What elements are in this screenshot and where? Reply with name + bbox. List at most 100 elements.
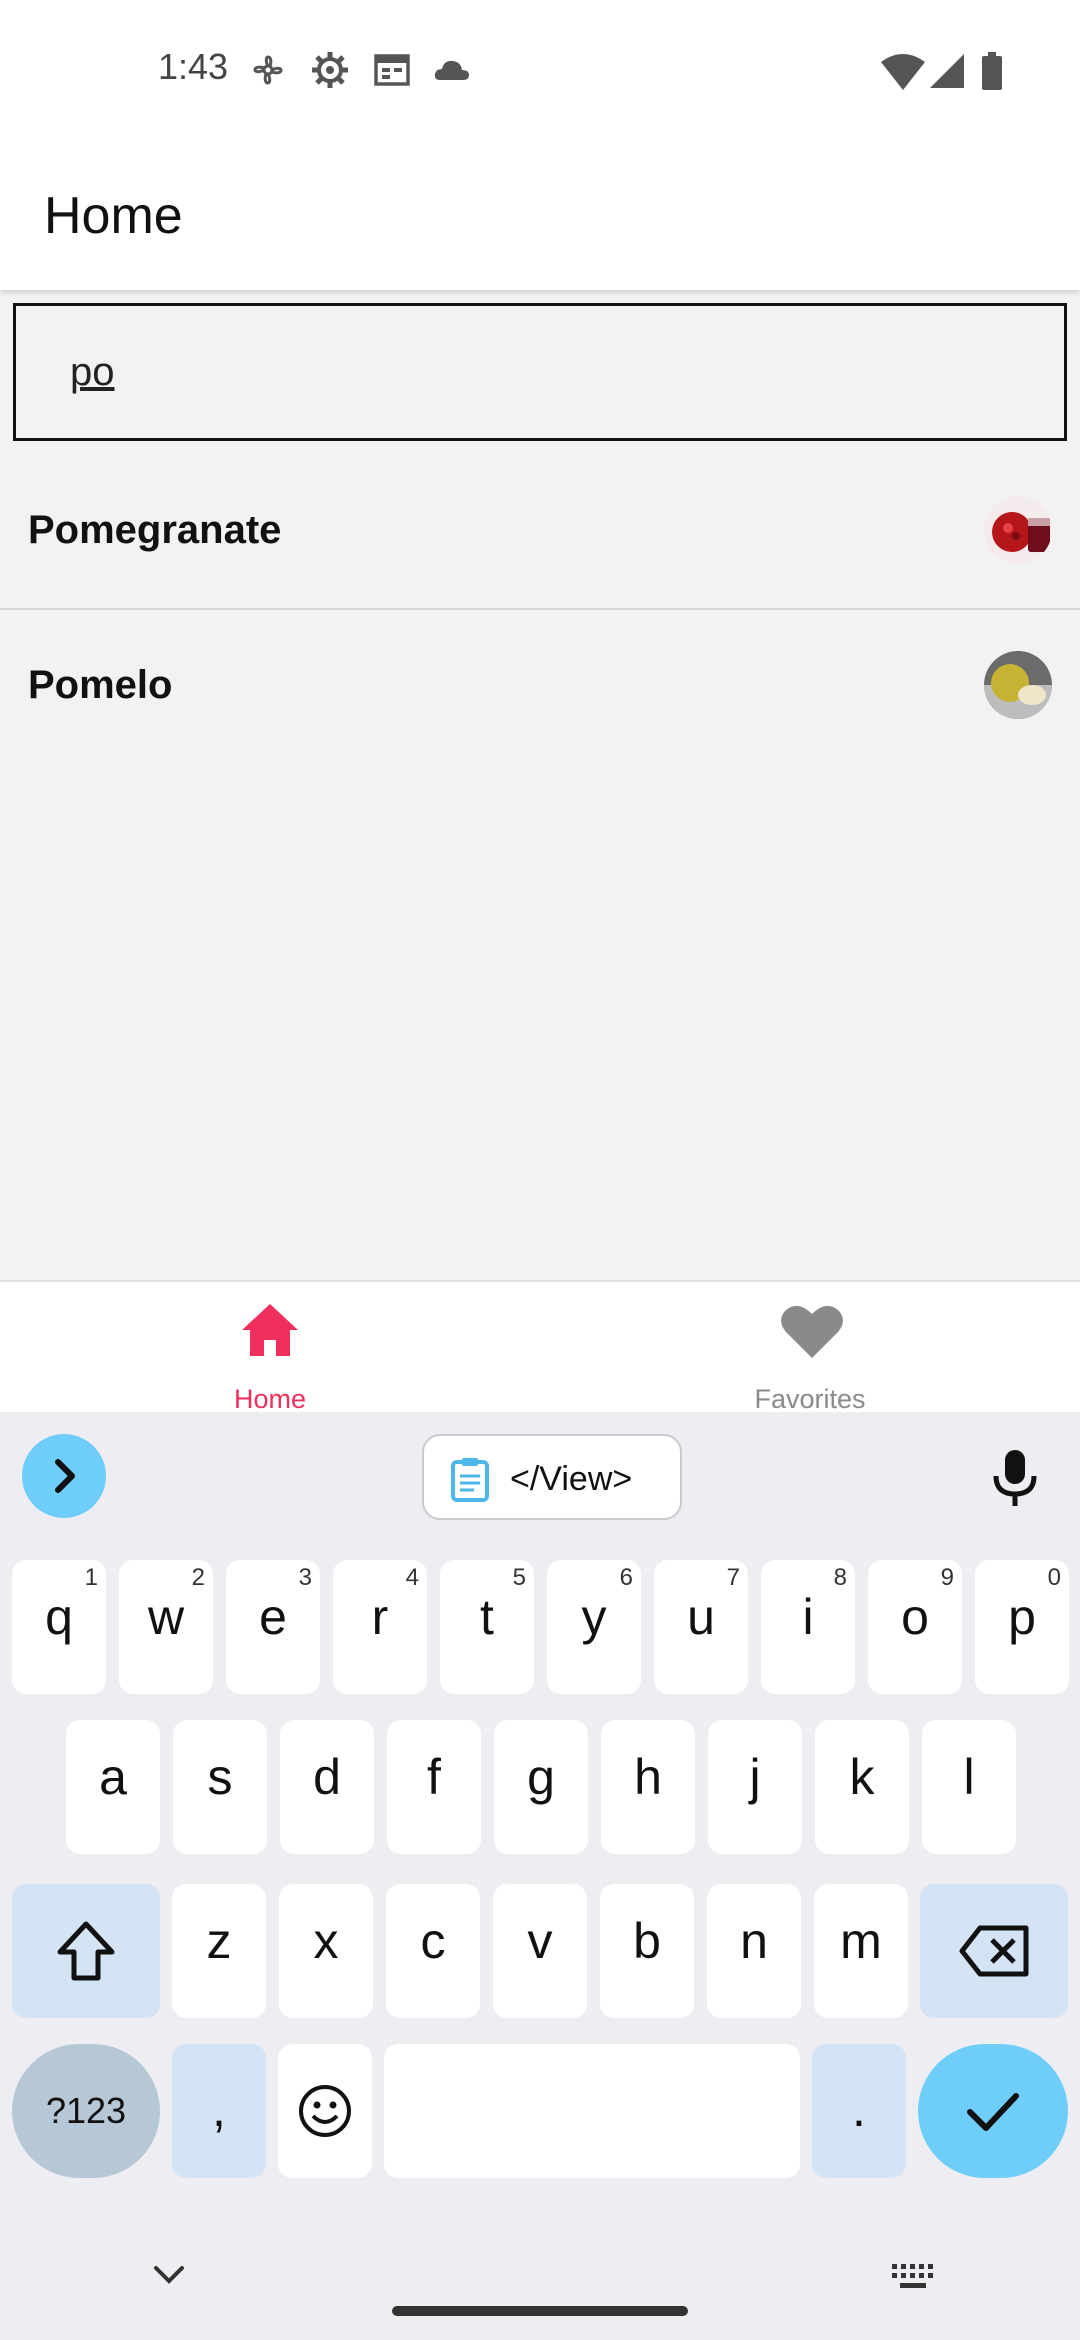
key-u[interactable]: 7u	[654, 1560, 748, 1694]
key-label: y	[581, 1589, 607, 1645]
key-m[interactable]: m	[814, 1884, 908, 2018]
bottom-navigation: Home Favorites	[0, 1280, 1080, 1414]
key-label: a	[99, 1749, 127, 1805]
backspace-key[interactable]	[920, 1884, 1068, 2018]
keyboard-expand-button[interactable]	[22, 1434, 106, 1518]
key-w[interactable]: 2w	[119, 1560, 213, 1694]
done-key[interactable]	[918, 2044, 1068, 2178]
calendar-icon	[374, 54, 410, 86]
key-label: e	[259, 1589, 287, 1645]
tab-home-label: Home	[233, 1384, 307, 1414]
app-bar: Home	[0, 140, 1080, 290]
key-label: g	[527, 1749, 555, 1805]
key-label: w	[147, 1589, 185, 1645]
chevron-right-icon	[55, 1459, 75, 1493]
keyboard-switch-icon[interactable]	[890, 2262, 936, 2290]
key-f[interactable]: f	[387, 1720, 481, 1854]
list-item-label: Pomelo	[28, 663, 173, 707]
shift-key[interactable]	[12, 1884, 160, 2018]
emoji-icon	[299, 2085, 351, 2137]
comma-key[interactable]: ,	[172, 2044, 266, 2178]
comma-key-label: ,	[212, 2081, 226, 2137]
key-label: p	[1008, 1589, 1036, 1645]
key-label: t	[480, 1589, 494, 1645]
microphone-icon[interactable]	[990, 1448, 1040, 1508]
tab-favorites-label: Favorites	[754, 1384, 866, 1414]
key-z[interactable]: z	[172, 1884, 266, 2018]
key-i[interactable]: 8i	[761, 1560, 855, 1694]
divider	[0, 608, 1080, 610]
tab-home[interactable]: Home	[0, 1282, 540, 1414]
key-label: j	[749, 1749, 761, 1805]
key-label: l	[963, 1749, 975, 1805]
key-label: m	[840, 1913, 882, 1969]
key-p[interactable]: 0p	[975, 1560, 1069, 1694]
checkmark-icon	[967, 2093, 1019, 2131]
key-x[interactable]: x	[279, 1884, 373, 2018]
key-c[interactable]: c	[386, 1884, 480, 2018]
pomegranate-image	[984, 496, 1052, 564]
battery-icon	[982, 52, 1002, 90]
key-j[interactable]: j	[708, 1720, 802, 1854]
clipboard-suggestion-chip[interactable]: </View>	[422, 1434, 682, 1520]
pomelo-image	[984, 651, 1052, 719]
key-label: r	[371, 1589, 389, 1645]
key-s[interactable]: s	[173, 1720, 267, 1854]
key-label: k	[849, 1749, 875, 1805]
home-gesture-bar[interactable]	[392, 2306, 688, 2316]
key-label: z	[206, 1913, 232, 1969]
hide-keyboard-icon[interactable]	[152, 2264, 186, 2286]
period-key-label: .	[852, 2081, 866, 2137]
key-label: b	[633, 1913, 661, 1969]
home-icon	[242, 1304, 298, 1356]
key-label: s	[207, 1749, 233, 1805]
signal-icon	[930, 54, 964, 88]
key-label: o	[901, 1589, 929, 1645]
emoji-key[interactable]	[278, 2044, 372, 2178]
page-title: Home	[44, 187, 183, 245]
gear-icon	[312, 52, 348, 88]
key-o[interactable]: 9o	[868, 1560, 962, 1694]
key-label: c	[420, 1913, 446, 1969]
key-h[interactable]: h	[601, 1720, 695, 1854]
search-input-value[interactable]: po	[70, 350, 115, 395]
key-l[interactable]: l	[922, 1720, 1016, 1854]
key-n[interactable]: n	[707, 1884, 801, 2018]
key-label: v	[527, 1913, 553, 1969]
key-label: f	[427, 1749, 441, 1805]
period-key[interactable]: .	[812, 2044, 906, 2178]
space-key[interactable]	[384, 2044, 800, 2178]
key-b[interactable]: b	[600, 1884, 694, 2018]
status-time: 1:43	[158, 46, 229, 87]
key-y[interactable]: 6y	[547, 1560, 641, 1694]
list-item-pomegranate[interactable]: Pomegranate	[0, 456, 1080, 608]
shift-icon	[57, 1921, 115, 1981]
wifi-icon	[881, 54, 925, 90]
key-d[interactable]: d	[280, 1720, 374, 1854]
heart-icon	[781, 1305, 843, 1358]
symbols-key[interactable]: ?123	[12, 2044, 160, 2178]
key-label: d	[313, 1749, 341, 1805]
key-label: q	[45, 1589, 73, 1645]
key-g[interactable]: g	[494, 1720, 588, 1854]
soft-keyboard: </View> ?123 , . 1 q 2 w 3 e 4 r 5 t 6 y…	[0, 1412, 1080, 2340]
key-e[interactable]: 3e	[226, 1560, 320, 1694]
key-q[interactable]: 1q	[12, 1560, 106, 1694]
backspace-icon	[959, 1925, 1029, 1977]
clipboard-icon	[451, 1458, 489, 1502]
key-r[interactable]: 4r	[333, 1560, 427, 1694]
tab-favorites[interactable]: Favorites	[540, 1282, 1080, 1414]
status-bar: 1:43	[0, 0, 1080, 140]
key-k[interactable]: k	[815, 1720, 909, 1854]
symbols-key-label: ?123	[45, 2090, 127, 2131]
key-t[interactable]: 5t	[440, 1560, 534, 1694]
list-item-label: Pomegranate	[28, 508, 282, 552]
key-v[interactable]: v	[493, 1884, 587, 2018]
key-a[interactable]: a	[66, 1720, 160, 1854]
search-input[interactable]: po	[13, 303, 1067, 441]
cloud-icon	[434, 60, 469, 80]
fan-icon	[253, 55, 283, 85]
clipboard-suggestion-text: </View>	[510, 1460, 633, 1498]
list-item-pomelo[interactable]: Pomelo	[0, 611, 1080, 763]
key-label: x	[313, 1913, 339, 1969]
